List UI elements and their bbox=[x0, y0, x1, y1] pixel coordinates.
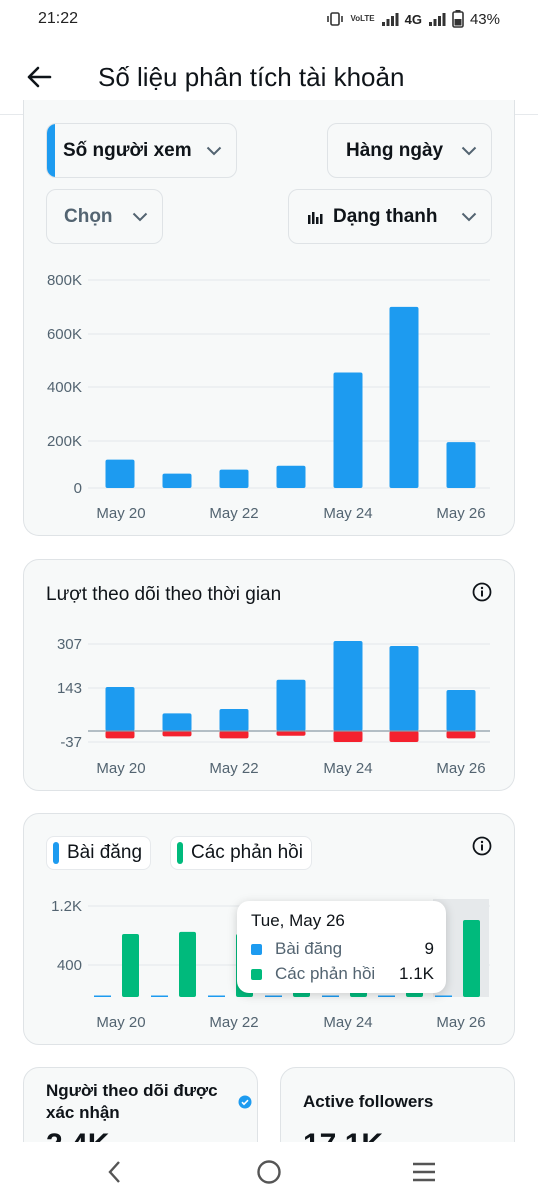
bar-posts bbox=[265, 995, 282, 997]
tooltip-row-posts: Bài đăng 9 bbox=[251, 939, 434, 959]
bar-posts bbox=[151, 995, 168, 997]
bar-posts bbox=[208, 995, 225, 997]
chart-tooltip: Tue, May 26 Bài đăng 9 Các phản hồi 1.1K bbox=[237, 901, 446, 993]
nav-back-button[interactable] bbox=[98, 1156, 130, 1188]
x-tick-label: May 24 bbox=[323, 1014, 372, 1031]
tooltip-title: Tue, May 26 bbox=[251, 911, 345, 930]
x-tick-label: May 22 bbox=[209, 1014, 258, 1031]
tooltip-posts-value: 9 bbox=[424, 939, 434, 958]
nav-recents-button[interactable] bbox=[408, 1156, 440, 1188]
system-nav-bar bbox=[0, 1142, 538, 1200]
menu-icon bbox=[413, 1162, 435, 1182]
nav-home-button[interactable] bbox=[253, 1156, 285, 1188]
tooltip-row-replies: Các phản hồi 1.1K bbox=[251, 964, 434, 984]
bar-replies bbox=[122, 934, 139, 997]
bar-posts bbox=[94, 995, 111, 997]
tooltip-replies-value: 1.1K bbox=[399, 964, 434, 983]
bar-posts bbox=[322, 995, 339, 997]
bar-replies bbox=[463, 920, 480, 997]
verified-badge-icon bbox=[238, 1095, 252, 1109]
tooltip-replies-label: Các phản hồi bbox=[275, 964, 376, 983]
chevron-left-icon bbox=[108, 1161, 120, 1183]
tooltip-posts-swatch bbox=[251, 943, 262, 955]
x-tick-label: May 26 bbox=[436, 1014, 485, 1031]
bar-posts bbox=[435, 995, 452, 997]
verified-followers-label: Người theo dõi được xác nhận bbox=[46, 1081, 218, 1122]
tooltip-replies-swatch bbox=[251, 968, 262, 980]
home-circle-icon bbox=[257, 1160, 281, 1184]
y-tick-label: 400 bbox=[57, 957, 82, 974]
active-followers-label: Active followers bbox=[303, 1092, 434, 1111]
x-tick-label: May 20 bbox=[96, 1014, 145, 1031]
bar-posts bbox=[378, 995, 395, 997]
bar-replies bbox=[179, 931, 196, 997]
tooltip-posts-label: Bài đăng bbox=[275, 939, 343, 958]
y-tick-label: 1.2K bbox=[51, 898, 82, 915]
